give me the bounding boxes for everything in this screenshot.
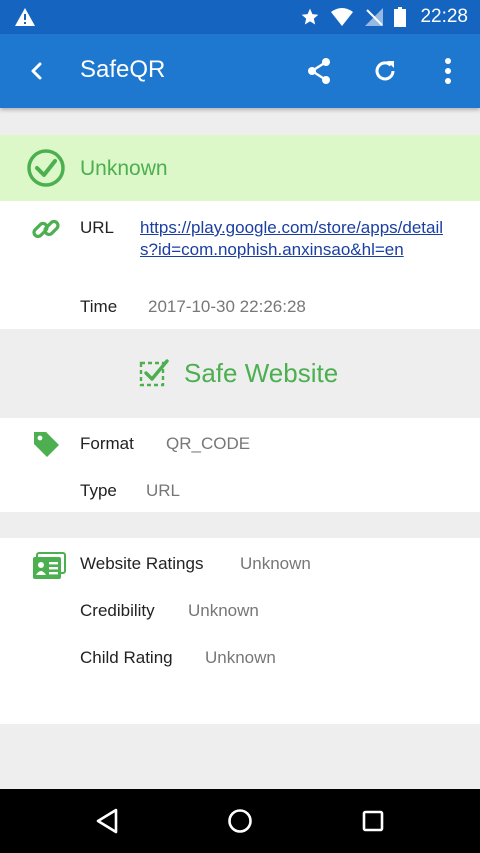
app-bar: SafeQR	[0, 34, 480, 108]
refresh-icon[interactable]	[370, 56, 400, 86]
link-icon	[32, 219, 60, 239]
url-link[interactable]: https://play.google.com/store/apps/detai…	[140, 217, 460, 261]
wifi-icon	[331, 8, 354, 26]
back-arrow-icon[interactable]	[22, 56, 52, 86]
verified-check-icon	[139, 359, 169, 387]
format-value: QR_CODE	[166, 434, 251, 453]
clock: 22:28	[420, 6, 468, 27]
safety-label: Safe Website	[184, 358, 339, 388]
safety-verdict: Safe Website	[0, 329, 480, 418]
share-icon[interactable]	[304, 56, 334, 86]
format-label: Format	[80, 434, 134, 453]
type-value: URL	[146, 481, 181, 500]
child-rating-value: Unknown	[205, 648, 276, 667]
battery-icon	[394, 7, 407, 27]
child-rating-label: Child Rating	[80, 648, 173, 667]
credibility-value: Unknown	[188, 601, 259, 620]
nav-home-icon[interactable]	[227, 807, 253, 835]
status-text: Unknown	[80, 157, 168, 180]
nav-back-icon[interactable]	[94, 807, 120, 835]
more-vert-icon[interactable]	[436, 56, 460, 86]
url-label: URL	[80, 218, 115, 237]
website-ratings-value: Unknown	[240, 554, 311, 573]
id-card-icon	[33, 552, 66, 579]
status-banner: Unknown	[0, 135, 480, 201]
website-ratings-label: Website Ratings	[80, 554, 204, 573]
tag-icon	[34, 432, 59, 457]
ratings-card: Website Ratings Unknown Credibility Unkn…	[0, 538, 480, 724]
status-bar: 22:28	[0, 0, 480, 34]
url-card: URL https://play.google.com/store/apps/d…	[0, 201, 480, 329]
type-label: Type	[80, 481, 117, 500]
star-icon	[302, 8, 319, 25]
app-title: SafeQR	[80, 56, 166, 83]
no-sim-icon	[365, 8, 384, 26]
check-circle-icon	[27, 149, 65, 187]
time-value: 2017-10-30 22:26:28	[148, 297, 306, 316]
time-label: Time	[80, 297, 118, 316]
system-nav-bar	[0, 789, 480, 853]
warning-icon	[15, 8, 35, 26]
nav-recents-icon[interactable]	[361, 807, 385, 835]
code-info-card: Format QR_CODE Type URL	[0, 418, 480, 512]
credibility-label: Credibility	[80, 601, 155, 620]
